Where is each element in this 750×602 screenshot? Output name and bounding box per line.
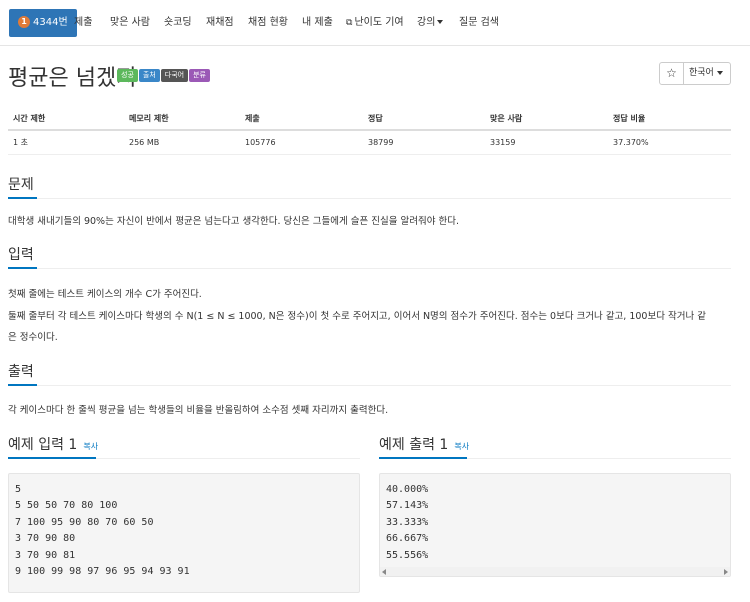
copy-sample-input-button[interactable]: 복사: [83, 442, 98, 451]
problem-description: 대학생 새내기들의 90%는 자신이 반에서 평균은 넘는다고 생각한다. 당신…: [8, 216, 459, 227]
divider: [8, 268, 731, 269]
sample-output-line: 66.667%: [386, 533, 429, 545]
output-description: 각 케이스마다 한 줄씩 평균을 넘는 학생들의 비율을 반올림하여 소수점 셋…: [8, 405, 389, 416]
memory-limit-value: 256 MB: [124, 130, 240, 155]
tab-lectures[interactable]: 강의: [417, 0, 444, 46]
header-time-limit: 시간 제한: [8, 108, 124, 131]
table-header-row: 시간 제한 메모리 제한 제출 정답 맞은 사람 정답 비율: [8, 108, 731, 131]
chevron-down-icon: [437, 20, 444, 24]
external-link-icon: ⧉: [346, 18, 353, 28]
section-underline: [8, 267, 37, 269]
submissions-value: 105776: [240, 130, 363, 155]
section-underline: [8, 457, 96, 459]
label-category[interactable]: 분류: [189, 69, 210, 82]
sample-output-line: 40.000%: [386, 484, 429, 495]
section-title-sample-output: 예제 출력 1 복사: [379, 437, 470, 453]
section-underline: [379, 457, 467, 459]
label-multilingual[interactable]: 다국어: [160, 69, 189, 82]
section-title-input: 입력: [8, 247, 34, 263]
tab-short-coding[interactable]: 숏코딩: [164, 0, 192, 46]
sample-input-line: 9 100 99 98 97 96 95 94 93 91: [15, 566, 190, 578]
tab-difficulty-contribution[interactable]: ⧉ 난이도 기여: [346, 0, 404, 46]
tab-rejudge[interactable]: 재채점: [206, 0, 234, 46]
label-source[interactable]: 출처: [138, 69, 160, 82]
tab-judge-status[interactable]: 채점 현황: [248, 0, 288, 46]
input-description-line3: 은 정수이다.: [8, 332, 58, 343]
sample-output-line: 57.143%: [386, 500, 429, 512]
problem-labels: 성공 출처 다국어 분류: [117, 69, 211, 82]
divider: [8, 385, 731, 386]
accept-rate-value: 37.370%: [608, 130, 731, 155]
section-title-output: 출력: [8, 364, 34, 380]
tab-question-search[interactable]: 질문 검색: [459, 0, 499, 46]
divider: [8, 198, 731, 199]
sample-input-box[interactable]: 5 5 50 50 70 80 100 7 100 95 90 80 70 60…: [8, 473, 360, 593]
section-title-problem: 문제: [8, 177, 34, 193]
top-nav: 1 4344번 제출 맞은 사람 숏코딩 재채점 채점 현황 내 제출 ⧉ 난이도 …: [0, 0, 750, 46]
scroll-left-icon[interactable]: [382, 569, 386, 575]
sample-input-line: 3 70 90 80: [15, 533, 76, 545]
time-limit-value: 1 초: [8, 130, 124, 155]
header-submissions: 제출: [240, 108, 363, 131]
star-icon: ☆: [666, 66, 677, 80]
tab-problem-number[interactable]: 1 4344번: [9, 9, 77, 37]
problem-info-table: 시간 제한 메모리 제한 제출 정답 맞은 사람 정답 비율 1 초 256 M…: [8, 108, 731, 155]
tab-my-submissions[interactable]: 내 제출: [302, 0, 333, 46]
sample-input-line: 5 50 50 70 80 100: [15, 500, 118, 512]
header-memory-limit: 메모리 제한: [124, 108, 240, 131]
language-select[interactable]: 한국어: [683, 62, 731, 85]
section-title-sample-input: 예제 입력 1 복사: [8, 437, 99, 453]
star-button[interactable]: ☆: [659, 62, 684, 85]
sample-input-line: 5: [15, 484, 22, 495]
sample-output-line: 33.333%: [386, 516, 429, 528]
section-underline: [8, 384, 37, 386]
sample-output-line: 55.556%: [386, 549, 429, 561]
label-success[interactable]: 성공: [117, 69, 138, 82]
section-underline: [8, 197, 37, 199]
sample-output-box[interactable]: 40.000% 57.143% 33.333% 66.667% 55.556%: [379, 473, 731, 577]
horizontal-scrollbar[interactable]: [380, 567, 730, 576]
chevron-down-icon: [716, 70, 723, 75]
input-description-line1: 첫째 줄에는 테스트 케이스의 개수 C가 주어진다.: [8, 289, 202, 300]
header-accept-rate: 정답 비율: [608, 108, 731, 131]
sample-input-line: 3 70 90 81: [15, 549, 76, 561]
tab-correct-users[interactable]: 맞은 사람: [110, 0, 150, 46]
table-row: 1 초 256 MB 105776 38799 33159 37.370%: [8, 130, 731, 155]
header-solved-users: 맞은 사람: [485, 108, 608, 131]
input-description-line2: 둘째 줄부터 각 테스트 케이스마다 학생의 수 N(1 ≤ N ≤ 1000,…: [8, 311, 706, 322]
copy-sample-output-button[interactable]: 복사: [454, 442, 469, 451]
tab-submit[interactable]: 제출: [74, 0, 92, 46]
accepted-value: 38799: [363, 130, 485, 155]
solved-users-value: 33159: [485, 130, 608, 155]
scroll-right-icon[interactable]: [724, 569, 728, 575]
medal-icon: 1: [18, 16, 30, 28]
header-accepted: 정답: [363, 108, 485, 131]
sample-input-line: 7 100 95 90 80 70 60 50: [15, 516, 154, 528]
